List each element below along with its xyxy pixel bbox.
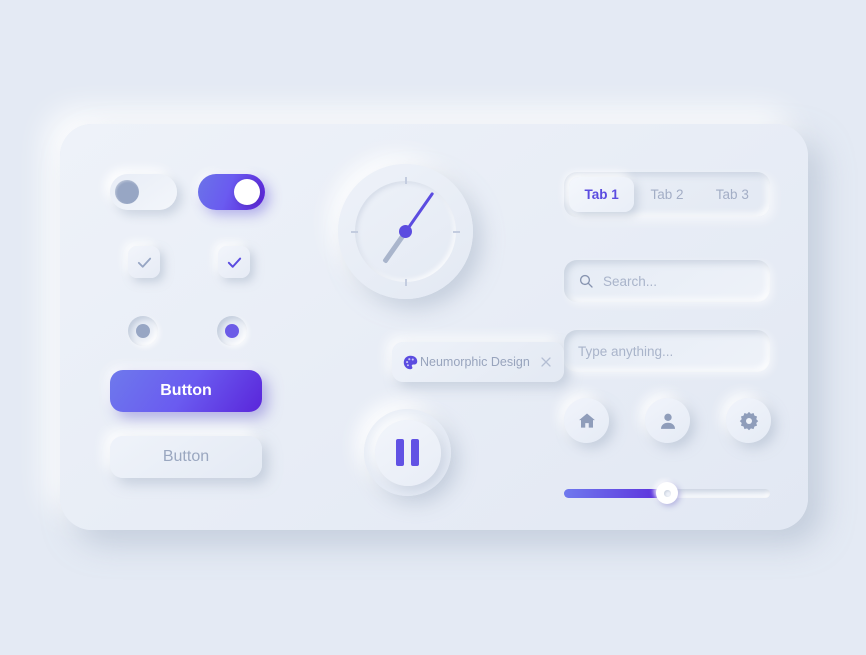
tab-bar: Tab 1 Tab 2 Tab 3 — [564, 172, 770, 217]
tab-3[interactable]: Tab 3 — [700, 177, 765, 212]
clock-center-pin — [399, 225, 412, 238]
toggle-group — [110, 174, 325, 212]
toggle-switch-off[interactable] — [110, 174, 177, 210]
pause-bar-right — [411, 439, 419, 466]
analog-clock — [338, 164, 473, 299]
close-icon[interactable] — [538, 354, 554, 370]
icon-button-group — [564, 398, 771, 443]
search-field[interactable] — [564, 260, 780, 302]
controls-column-left: Button Button — [110, 152, 325, 502]
text-input[interactable] — [578, 343, 756, 359]
slider-fill — [564, 489, 667, 498]
gear-icon — [739, 411, 758, 430]
user-icon — [660, 413, 675, 429]
checkbox-gray[interactable] — [128, 246, 160, 278]
clock-tick-9 — [351, 230, 358, 233]
secondary-button[interactable]: Button — [110, 436, 262, 478]
pause-icon — [374, 419, 441, 486]
primary-button[interactable]: Button — [110, 370, 262, 412]
tab-1[interactable]: Tab 1 — [569, 177, 635, 212]
checkbox-purple[interactable] — [218, 246, 250, 278]
pause-bar-left — [396, 439, 404, 466]
radio-dot — [225, 324, 239, 338]
text-field[interactable] — [564, 330, 770, 372]
toggle-switch-on[interactable] — [198, 174, 265, 210]
slider[interactable] — [564, 482, 770, 504]
neumorphic-showcase-card: Button Button Neumorphic Design Tab 1 Ta… — [60, 124, 808, 530]
clock-tick-12 — [404, 177, 407, 184]
check-icon — [137, 257, 151, 268]
toggle-knob-off — [115, 180, 139, 204]
checkbox-group — [110, 246, 325, 280]
radio-button-purple[interactable] — [217, 316, 247, 346]
clock-tick-3 — [453, 230, 460, 233]
toggle-knob-on — [234, 179, 260, 205]
clock-tick-6 — [404, 279, 407, 286]
palette-icon — [403, 355, 418, 369]
radio-group — [110, 316, 325, 348]
pause-button[interactable] — [364, 409, 451, 496]
tag-chip[interactable]: Neumorphic Design — [392, 342, 564, 382]
search-input[interactable] — [603, 273, 780, 289]
check-icon — [227, 257, 241, 268]
home-icon — [578, 413, 595, 428]
forms-column-right: Tab 1 Tab 2 Tab 3 — [564, 152, 780, 504]
chip-label: Neumorphic Design — [420, 355, 530, 369]
slider-thumb[interactable] — [656, 482, 678, 504]
radio-dot — [136, 324, 150, 338]
search-icon — [579, 274, 593, 288]
settings-button[interactable] — [726, 398, 771, 443]
radio-button-gray[interactable] — [128, 316, 158, 346]
home-button[interactable] — [564, 398, 609, 443]
user-button[interactable] — [645, 398, 690, 443]
tab-2[interactable]: Tab 2 — [634, 177, 699, 212]
media-column-center: Neumorphic Design — [332, 152, 564, 502]
